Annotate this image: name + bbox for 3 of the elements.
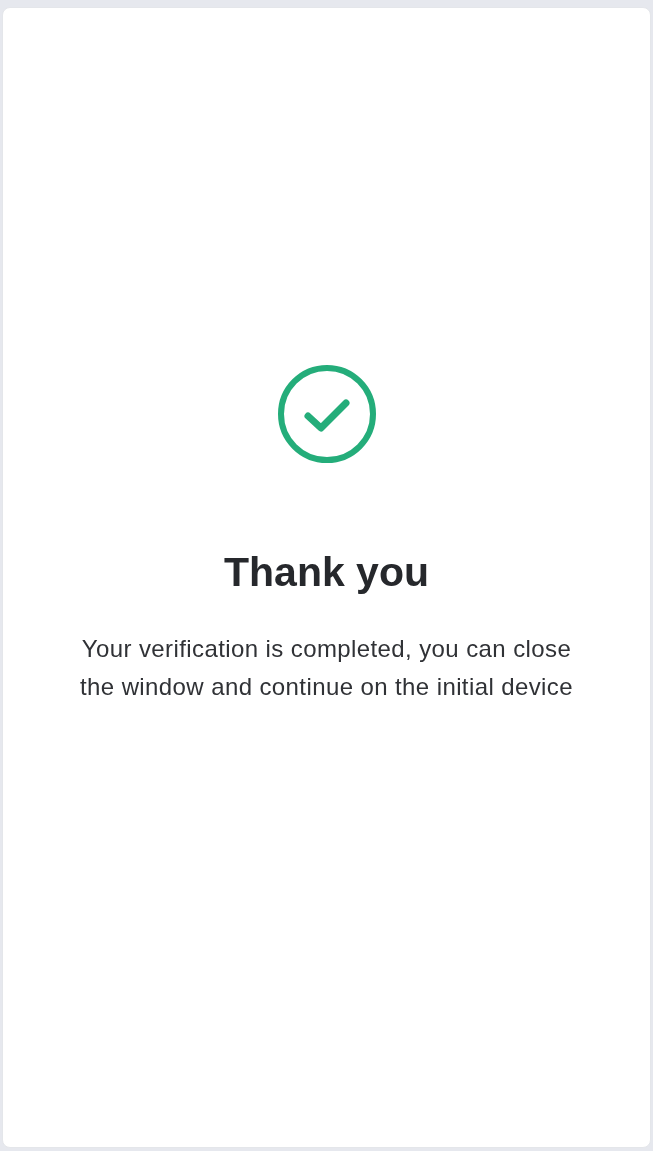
verification-message: Your verification is completed, you can close the window and continue on the initial device: [79, 634, 574, 702]
check-circle-icon: [276, 364, 377, 464]
thank-you-heading: Thank you: [224, 548, 429, 596]
